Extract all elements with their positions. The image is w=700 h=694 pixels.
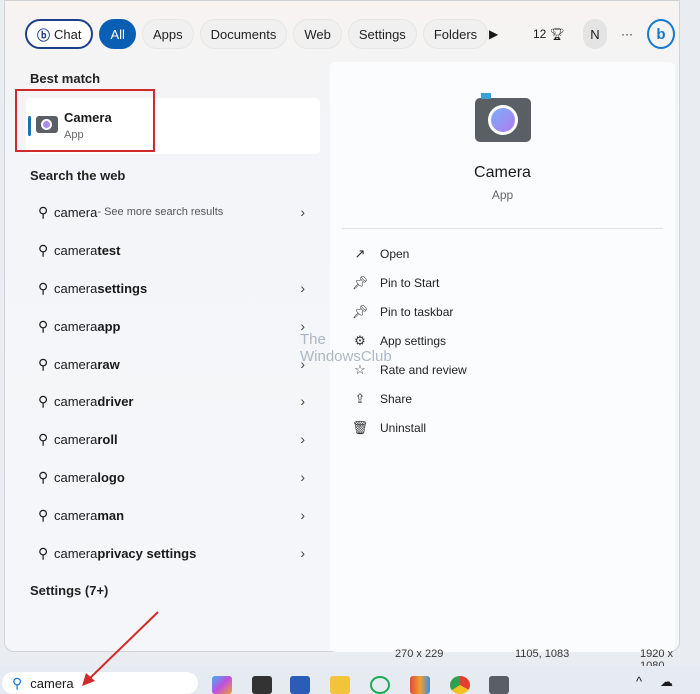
annotation-arrow bbox=[82, 611, 159, 686]
